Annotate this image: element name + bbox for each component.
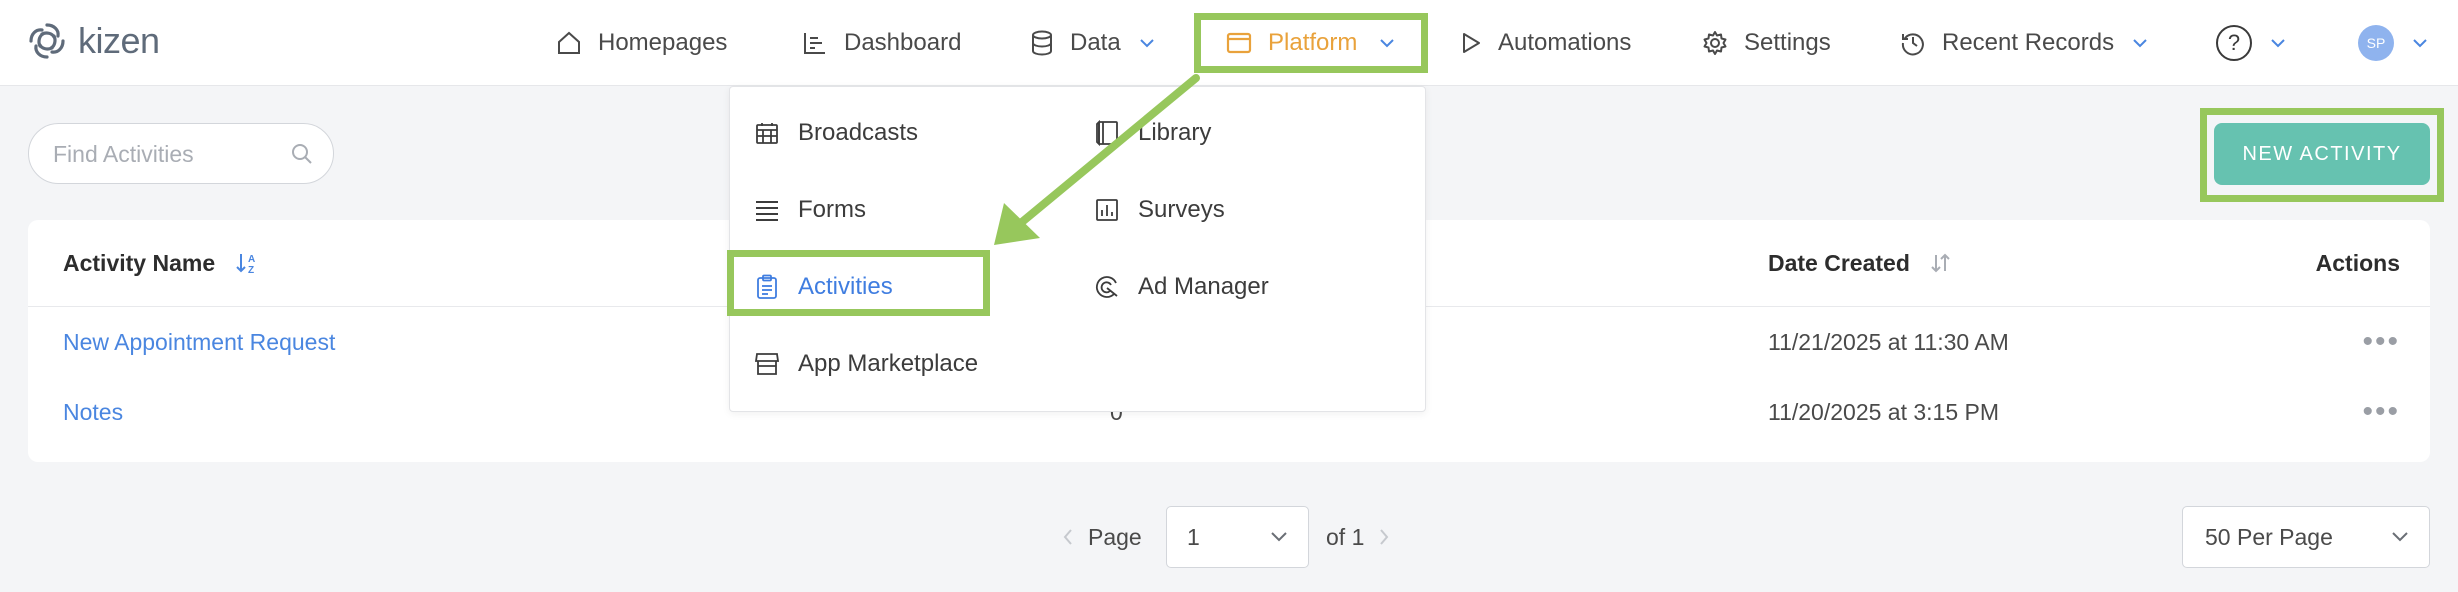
annotation-arrow (994, 74, 1200, 245)
